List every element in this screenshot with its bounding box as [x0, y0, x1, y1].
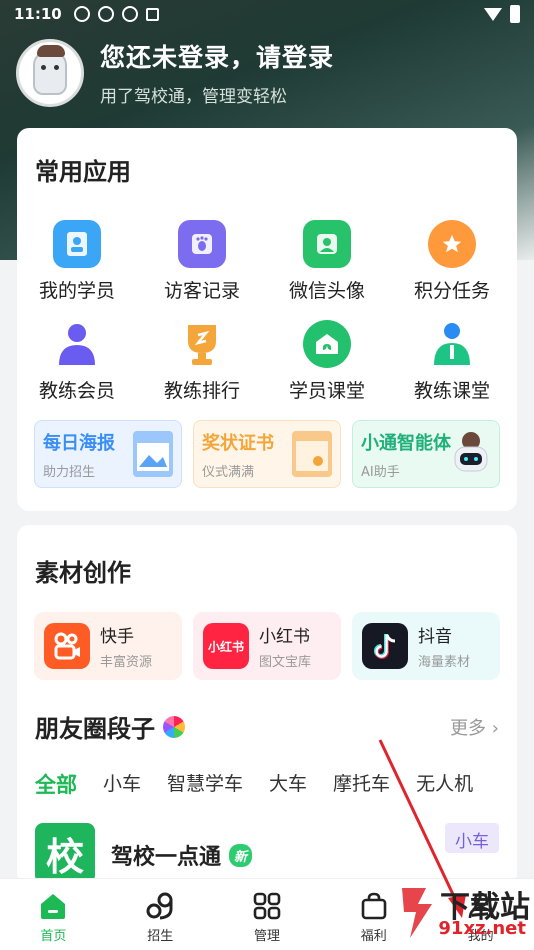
classroom-icon — [303, 320, 351, 368]
poster-icon — [133, 431, 173, 477]
pinwheel-icon — [163, 715, 185, 738]
filter-drone[interactable]: 无人机 — [416, 769, 473, 799]
recruit-icon — [145, 891, 175, 921]
more-link[interactable]: 更多 › — [450, 714, 499, 740]
tab-manage[interactable]: 管理 — [214, 879, 321, 950]
app-coach-vip[interactable]: 教练会员 — [17, 320, 137, 403]
trophy-icon — [178, 320, 226, 368]
app-coach-classroom[interactable]: 教练课堂 — [392, 320, 512, 403]
tab-home[interactable]: 首页 — [0, 879, 107, 950]
coach-class-icon — [428, 320, 476, 368]
profile-header[interactable]: 您还未登录，请登录 用了驾校通，管理变轻松 — [16, 38, 334, 107]
filter-motorcycle[interactable]: 摩托车 — [333, 769, 390, 799]
tab-recruit[interactable]: 招生 — [107, 879, 214, 950]
chevron-right-icon: › — [491, 717, 499, 739]
xiaohongshu-icon: 小红书 — [203, 623, 249, 669]
section-title: 素材创作 — [35, 559, 131, 587]
notification-icon — [121, 6, 138, 22]
material-xiaohongshu[interactable]: 小红书 小红书 图文宝库 — [193, 612, 341, 680]
app-points-tasks[interactable]: 积分任务 — [392, 220, 512, 303]
app-coach-ranking[interactable]: 教练排行 — [142, 320, 262, 403]
student-card-icon — [53, 220, 101, 268]
article-title: 驾校一点通 — [111, 845, 222, 870]
app-student-classroom[interactable]: 学员课堂 — [267, 320, 387, 403]
status-bar: 11:10 — [0, 0, 534, 28]
wifi-icon — [484, 7, 502, 21]
filter-truck[interactable]: 大车 — [269, 769, 307, 799]
app-visitor-records[interactable]: 访客记录 — [142, 220, 262, 303]
materials-card: 素材创作 快手 丰富资源 小红书 小红书 图文宝库 抖音 海量素材 朋友圈段子 … — [17, 525, 517, 885]
battery-icon — [510, 5, 520, 23]
new-badge: 新 — [229, 843, 253, 867]
moments-filters: 全部 小车 智慧学车 大车 摩托车 无人机 — [35, 769, 499, 799]
moments-header: 朋友圈段子 更多 › — [35, 709, 499, 744]
filter-smart-learning[interactable]: 智慧学车 — [167, 769, 243, 799]
common-apps-card: 常用应用 我的学员 访客记录 微信头像 积分任务 教练会员 教练排行 学员课堂 … — [17, 128, 517, 511]
material-douyin[interactable]: 抖音 海量素材 — [352, 612, 500, 680]
profile-subtitle: 用了驾校通，管理变轻松 — [100, 87, 287, 107]
robot-icon — [451, 431, 491, 477]
app-notification-icon — [145, 7, 159, 21]
app-my-students[interactable]: 我的学员 — [17, 220, 137, 303]
coach-vip-icon — [53, 320, 101, 368]
watermark: 下载站 91xz.net — [390, 878, 530, 948]
avatar[interactable] — [16, 38, 84, 107]
filter-all[interactable]: 全部 — [35, 769, 77, 799]
article-item[interactable]: 校 驾校一点通 新 小车 — [35, 823, 499, 883]
article-thumbnail: 校 — [35, 823, 95, 883]
star-badge-icon — [428, 220, 476, 268]
app-wechat-avatar[interactable]: 微信头像 — [267, 220, 387, 303]
promo-daily-poster[interactable]: 每日海报 助力招生 — [34, 420, 182, 488]
gift-bag-icon — [359, 891, 389, 921]
moments-title: 朋友圈段子 — [35, 715, 155, 743]
avatar-icon — [303, 220, 351, 268]
douyin-icon — [362, 623, 408, 669]
article-tag: 小车 — [445, 823, 499, 853]
filter-car[interactable]: 小车 — [103, 769, 141, 799]
status-time: 11:10 — [14, 5, 62, 23]
section-title: 常用应用 — [35, 158, 131, 186]
notification-icon — [97, 6, 114, 22]
home-icon — [38, 891, 68, 921]
login-prompt[interactable]: 您还未登录，请登录 — [100, 38, 334, 74]
material-kuaishou[interactable]: 快手 丰富资源 — [34, 612, 182, 680]
notification-icon — [73, 6, 90, 22]
watermark-logo-icon — [402, 888, 432, 938]
certificate-icon — [292, 431, 332, 477]
grid-icon — [252, 891, 282, 921]
footprint-icon — [178, 220, 226, 268]
promo-ai-assistant[interactable]: 小通智能体 AI助手 — [352, 420, 500, 488]
kuaishou-icon — [44, 623, 90, 669]
promo-certificate[interactable]: 奖状证书 仪式满满 — [193, 420, 341, 488]
